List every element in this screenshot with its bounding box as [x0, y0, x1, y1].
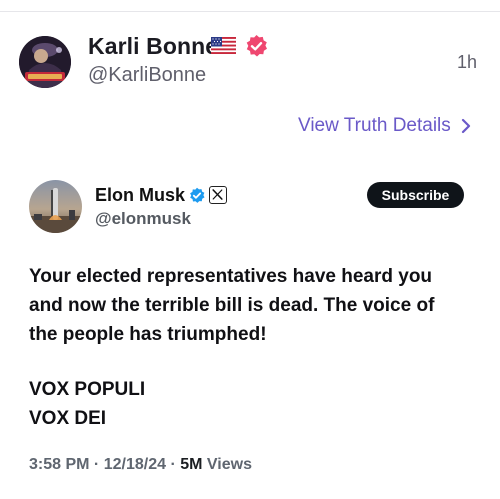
tweet-line: Your elected representatives have heard … — [29, 266, 433, 287]
top-divider — [0, 11, 500, 12]
verified-check-icon — [190, 187, 205, 203]
tweet-line: and now the terrible bill is dead. The v… — [29, 295, 435, 316]
view-truth-details-link[interactable]: View Truth Details — [298, 115, 472, 137]
views-count: 5M — [180, 456, 203, 473]
embedded-author-handle[interactable]: @elonmusk — [95, 209, 191, 229]
meta-separator: · — [170, 456, 176, 473]
truth-post-page: Karli Bonne’ @KarliBonne 1h View Truth D… — [0, 0, 500, 499]
verified-badge-icon — [246, 35, 267, 57]
embedded-author-name[interactable]: Elon Musk — [95, 185, 185, 206]
x-logo-glyph — [212, 189, 223, 200]
avatar-image — [19, 36, 71, 88]
tweet-line: the people has triumphed! — [29, 324, 267, 345]
tweet-text: Your elected representatives have heard … — [29, 262, 479, 459]
tweet-time[interactable]: 3:58 PM — [29, 456, 89, 473]
x-logo-icon — [209, 186, 227, 204]
author-handle[interactable]: @KarliBonne — [88, 64, 206, 87]
post-time: 1h — [457, 52, 478, 72]
embedded-author-avatar[interactable] — [29, 180, 82, 233]
tweet-line: VOX DEI — [29, 408, 107, 429]
tweet-paragraph: VOX POPULI VOX DEI — [29, 375, 479, 433]
view-truth-details-label: View Truth Details — [298, 115, 451, 136]
tweet-line: VOX POPULI — [29, 379, 146, 400]
chevron-right-icon — [461, 118, 470, 134]
subscribe-button[interactable]: Subscribe — [367, 182, 464, 208]
author-name[interactable]: Karli Bonne’ — [88, 33, 225, 60]
tweet-date[interactable]: 12/18/24 — [104, 456, 166, 473]
us-flag-icon — [211, 37, 236, 54]
author-avatar[interactable] — [19, 36, 71, 88]
tweet-metadata: 3:58 PM · 12/18/24 · 5M Views — [29, 456, 252, 474]
tweet-paragraph: Your elected representatives have heard … — [29, 262, 479, 349]
meta-separator: · — [93, 456, 100, 473]
views-label: Views — [206, 456, 252, 473]
avatar-image — [29, 180, 82, 233]
